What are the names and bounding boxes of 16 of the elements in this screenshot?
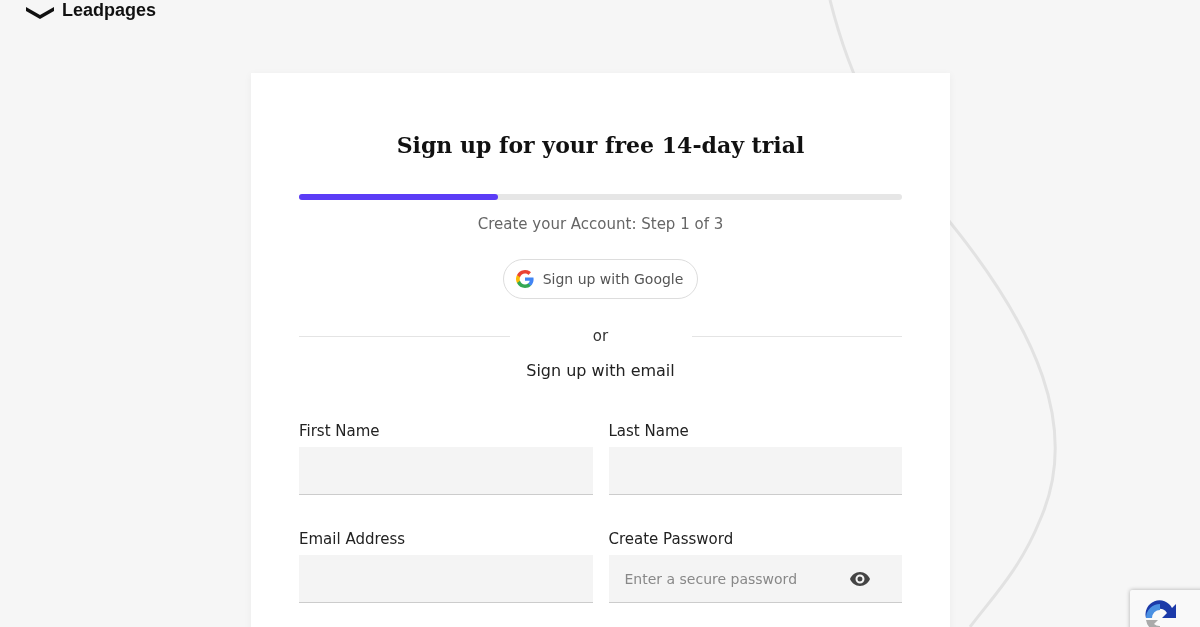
google-signup-button[interactable]: Sign up with Google bbox=[502, 259, 699, 299]
step-caption: Create your Account: Step 1 of 3 bbox=[476, 215, 725, 233]
field-label: Email Address bbox=[299, 530, 407, 548]
field-label: First Name bbox=[299, 422, 381, 440]
google-icon bbox=[515, 270, 534, 288]
input-field[interactable] bbox=[299, 447, 593, 495]
eye-icon[interactable] bbox=[850, 572, 870, 586]
field-label: Create Password bbox=[608, 530, 735, 548]
field-label: Last Name bbox=[608, 422, 690, 440]
input-field[interactable] bbox=[299, 555, 593, 603]
email-signup-heading: Sign up with email bbox=[525, 361, 676, 380]
card-title: Sign up for your free 14-day trial bbox=[395, 131, 806, 160]
input-field[interactable]: Enter a secure password bbox=[608, 555, 902, 603]
logo-text: Leadpages bbox=[62, 0, 157, 21]
input-field[interactable] bbox=[608, 447, 902, 495]
or-divider-text: or bbox=[591, 327, 610, 345]
